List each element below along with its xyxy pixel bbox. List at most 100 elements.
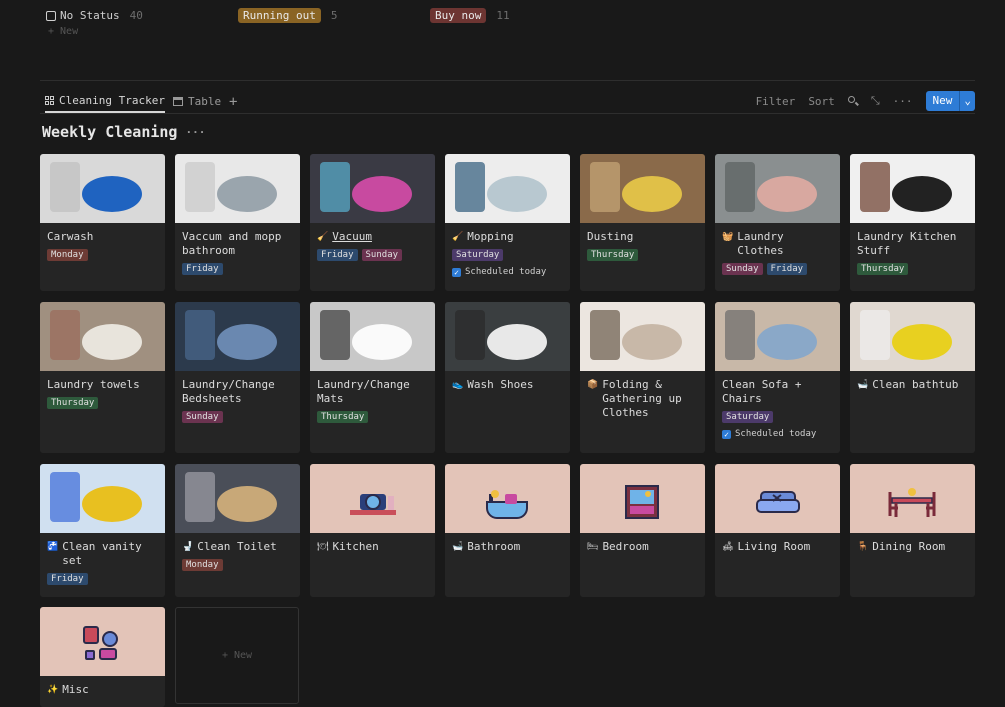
new-card-button[interactable]: + New [175, 607, 299, 704]
gallery-card[interactable]: Laundry towels Thursday [40, 302, 165, 453]
card-cover-image [850, 154, 975, 223]
card-title-text: Laundry/Change Bedsheets [182, 378, 275, 405]
scheduled-label: Scheduled today [735, 429, 817, 439]
gallery-icon [45, 96, 54, 105]
card-title-text: Bathroom [467, 540, 521, 553]
card-cover-image [175, 154, 300, 223]
gallery-card[interactable]: Laundry/Change Mats Thursday [310, 302, 435, 453]
basket-icon: 🧺 [722, 232, 734, 242]
card-title-text: Laundry/Change Mats [317, 378, 410, 405]
bathroom-icon: 🛁 [452, 542, 464, 552]
new-button[interactable]: New ⌄ [925, 91, 975, 111]
chevron-down-icon[interactable]: ⌄ [959, 91, 975, 111]
card-tags: Friday [47, 573, 158, 585]
scheduled-today: ✓ Scheduled today [722, 429, 833, 439]
card-cover-image [580, 464, 705, 533]
day-tag: Thursday [587, 249, 639, 261]
card-title-text: Clean Toilet [197, 540, 277, 553]
gallery-card[interactable]: Carwash Monday [40, 154, 165, 291]
misc-icon: ✨ [47, 685, 59, 695]
gallery-card[interactable]: 🍽 Kitchen [310, 464, 435, 597]
more-icon[interactable]: ··· [185, 126, 205, 139]
tab-cleaning-tracker[interactable]: Cleaning Tracker [45, 90, 165, 113]
gallery-card[interactable]: 📦 Folding & Gathering up Clothes [580, 302, 705, 453]
card-tags: Sunday Friday [722, 263, 833, 275]
card-title: 👟 Wash Shoes [452, 378, 563, 392]
gallery-card[interactable]: 🧹 Vacuum Friday Sunday [310, 154, 435, 291]
checkbox-checked-icon[interactable]: ✓ [452, 267, 461, 277]
gallery-card[interactable]: Laundry Kitchen Stuff Thursday [850, 154, 975, 291]
gallery-card[interactable]: 🛋 Living Room [715, 464, 840, 597]
card-title-text: Vaccum and mopp bathroom [182, 230, 282, 257]
card-title: Laundry/Change Bedsheets [182, 378, 293, 406]
search-icon[interactable] [847, 96, 859, 106]
card-title: 🛏 Bedroom [587, 540, 698, 554]
scheduled-label: Scheduled today [465, 267, 547, 277]
card-title-text: Clean bathtub [872, 378, 959, 391]
status-group-running-out[interactable]: Running out 5 [238, 8, 337, 23]
gallery-card[interactable]: 🚽 Clean Toilet Monday [175, 464, 300, 597]
more-icon[interactable]: ··· [893, 95, 913, 108]
add-new-button[interactable]: + New [48, 26, 78, 37]
checkbox-checked-icon[interactable]: ✓ [722, 429, 731, 439]
gallery-card[interactable]: Laundry/Change Bedsheets Sunday [175, 302, 300, 453]
card-cover-image [445, 302, 570, 371]
day-tag: Friday [766, 263, 808, 275]
card-cover-image [310, 302, 435, 371]
card-tags: Thursday [47, 397, 158, 409]
gallery-card[interactable]: 🛁 Clean bathtub [850, 302, 975, 453]
gallery-card[interactable]: 👟 Wash Shoes [445, 302, 570, 453]
card-cover-image [580, 302, 705, 371]
gallery-card[interactable]: 🛁 Bathroom [445, 464, 570, 597]
sort-button[interactable]: Sort [808, 95, 835, 108]
gallery-card[interactable]: Clean Sofa + Chairs Saturday ✓ Scheduled to… [715, 302, 840, 453]
gallery-card[interactable]: 🛏 Bedroom [580, 464, 705, 597]
card-title-text: Dining Room [872, 540, 946, 553]
status-label: Running out [238, 8, 321, 23]
card-title-text: Clean vanity set [62, 540, 142, 567]
day-tag: Saturday [452, 249, 504, 261]
gallery-card[interactable]: Vaccum and mopp bathroom Friday [175, 154, 300, 291]
tab-label: Cleaning Tracker [59, 94, 165, 107]
card-tags: Thursday [857, 263, 968, 275]
card-title: 🛁 Bathroom [452, 540, 563, 554]
card-cover-image [850, 302, 975, 371]
status-group-no-status[interactable]: No Status 40 [46, 8, 143, 23]
card-title-text: Wash Shoes [467, 378, 534, 391]
status-label: No Status [60, 9, 120, 22]
card-cover-image [310, 154, 435, 223]
bathtub-icon: 🛁 [857, 380, 869, 390]
add-view-button[interactable]: + [229, 90, 237, 113]
filter-button[interactable]: Filter [756, 95, 796, 108]
card-title-text: Laundry Kitchen Stuff [857, 230, 957, 257]
gallery-card[interactable]: 🧺 Laundry Clothes Sunday Friday [715, 154, 840, 291]
day-tag: Friday [47, 573, 88, 585]
day-tag: Monday [47, 249, 88, 261]
mop-icon: 🧹 [452, 232, 464, 242]
toilet-icon: 🚽 [182, 542, 194, 552]
tab-table[interactable]: Table [173, 90, 221, 113]
card-title-text: Vacuum [332, 230, 372, 243]
gallery-card[interactable]: 🧹 Mopping Saturday ✓ Scheduled today [445, 154, 570, 291]
card-title: Dusting [587, 230, 698, 244]
card-title: Carwash [47, 230, 158, 244]
expand-icon[interactable]: ⤡ [871, 94, 880, 108]
card-tags: Friday [182, 263, 293, 275]
card-title: 🪑 Dining Room [857, 540, 968, 554]
card-title-text: Mopping [467, 230, 514, 243]
card-title-text: Living Room [737, 540, 811, 553]
gallery-card[interactable]: ✨ Misc [40, 607, 165, 707]
card-title: ✨ Misc [47, 683, 158, 697]
card-cover-image [310, 464, 435, 533]
card-title: 📦 Folding & Gathering up Clothes [587, 378, 698, 420]
card-title-text: Laundry Clothes [737, 230, 784, 257]
box-icon: 📦 [587, 380, 599, 390]
day-tag: Sunday [361, 249, 403, 261]
gallery-card[interactable]: Dusting Thursday [580, 154, 705, 291]
gallery-card[interactable]: 🪑 Dining Room [850, 464, 975, 597]
gallery-card[interactable]: 🚰 Clean vanity set Friday [40, 464, 165, 597]
card-title: Laundry towels [47, 378, 158, 392]
status-group-buy-now[interactable]: Buy now 11 [430, 8, 510, 23]
card-cover-image [445, 154, 570, 223]
day-tag: Saturday [722, 411, 774, 423]
